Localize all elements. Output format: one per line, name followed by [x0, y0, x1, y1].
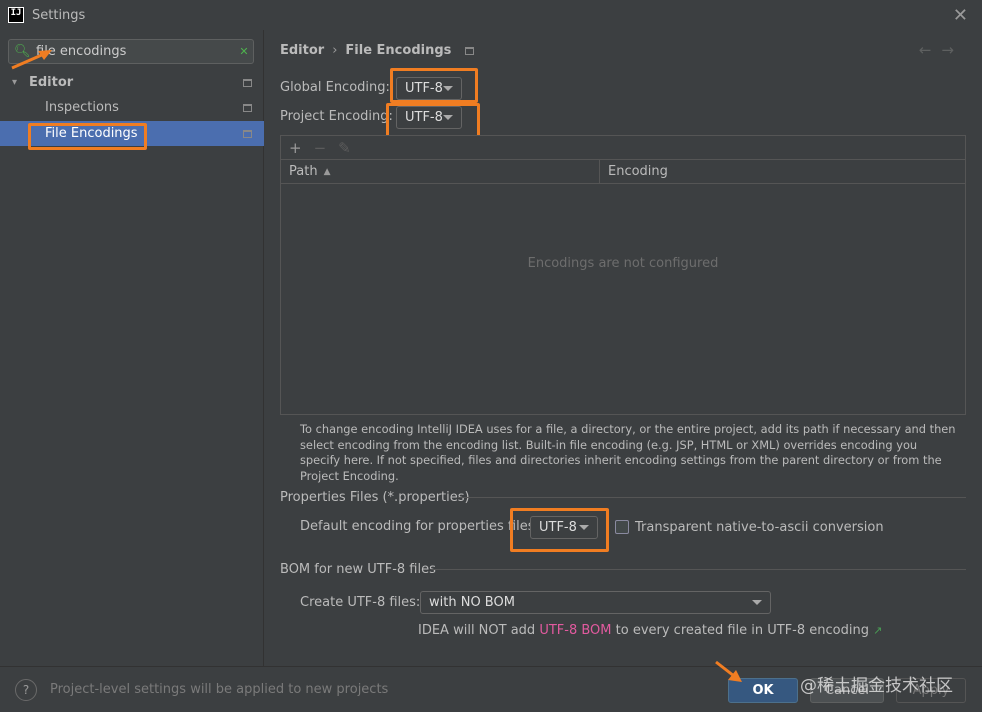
bom-note-accent[interactable]: UTF-8 BOM	[539, 623, 611, 638]
properties-default-encoding-label: Default encoding for properties files:	[300, 519, 539, 534]
bom-note-prefix: IDEA will NOT add	[418, 623, 536, 638]
search-input[interactable]	[34, 44, 235, 59]
settings-search-box[interactable]: 🔍︎ ✕	[8, 39, 254, 64]
window-title: Settings	[32, 7, 86, 23]
dropdown-arrow-icon	[579, 525, 589, 530]
bom-section-title: BOM for new UTF-8 files	[280, 562, 436, 577]
native-to-ascii-checkbox[interactable]	[615, 520, 629, 534]
create-utf8-label: Create UTF-8 files:	[300, 595, 421, 610]
column-header-label: Path	[289, 164, 318, 179]
sidebar-item-inspections[interactable]: Inspections	[0, 95, 264, 120]
section-divider	[458, 497, 966, 498]
footer-status-text: Project-level settings will be applied t…	[50, 682, 389, 697]
column-header-label: Encoding	[608, 164, 668, 179]
breadcrumb-file-encodings: File Encodings	[345, 43, 452, 58]
breadcrumb: Editor › File Encodings	[280, 43, 475, 58]
navigation-arrows: ←→	[919, 41, 964, 59]
title-bar: IJ Settings ✕	[0, 0, 982, 30]
path-encodings-table: + − ✎ Path ▲ Encoding Encodings are not …	[280, 135, 966, 415]
table-toolbar: + − ✎	[281, 136, 965, 160]
global-encoding-label: Global Encoding:	[280, 80, 390, 95]
add-icon[interactable]: +	[289, 139, 302, 157]
dropdown-arrow-icon	[443, 86, 453, 91]
back-arrow-icon[interactable]: ←	[919, 41, 942, 59]
project-encoding-label: Project Encoding:	[280, 109, 393, 124]
edit-icon[interactable]: ✎	[338, 139, 351, 157]
cancel-button[interactable]: Cancel	[810, 678, 884, 703]
dropdown-arrow-icon	[752, 600, 762, 605]
bom-note: IDEA will NOT add UTF-8 BOM to every cre…	[418, 623, 882, 638]
remove-icon[interactable]: −	[314, 139, 327, 157]
properties-section-title: Properties Files (*.properties)	[280, 490, 470, 505]
settings-sidebar: 🔍︎ ✕ ▾ Editor Inspections File Encodings	[0, 30, 264, 666]
breadcrumb-editor[interactable]: Editor	[280, 43, 324, 58]
sidebar-item-label: Editor	[29, 75, 74, 90]
encoding-help-text: To change encoding IntelliJ IDEA uses fo…	[300, 422, 956, 483]
table-empty-message: Encodings are not configured	[527, 256, 719, 271]
project-encoding-combo[interactable]: UTF-8	[396, 106, 462, 129]
create-utf8-value: with NO BOM	[429, 595, 515, 610]
close-icon[interactable]: ✕	[953, 5, 968, 26]
column-header-encoding[interactable]: Encoding	[600, 160, 965, 183]
bom-note-suffix: to every created file in UTF-8 encoding	[615, 623, 869, 638]
project-scope-icon	[243, 129, 252, 138]
clear-search-icon[interactable]: ✕	[235, 45, 253, 58]
create-utf8-combo[interactable]: with NO BOM	[420, 591, 771, 614]
dialog-footer: ? Project-level settings will be applied…	[0, 666, 982, 712]
sort-ascending-icon: ▲	[323, 166, 331, 177]
ok-button[interactable]: OK	[728, 678, 798, 703]
section-divider	[431, 569, 966, 570]
apply-button[interactable]: Apply	[896, 678, 966, 703]
sidebar-item-label: File Encodings	[45, 126, 138, 141]
dropdown-arrow-icon	[443, 115, 453, 120]
help-icon[interactable]: ?	[15, 679, 37, 701]
properties-encoding-combo[interactable]: UTF-8	[530, 516, 598, 539]
search-icon: 🔍︎	[14, 44, 31, 59]
project-encoding-value: UTF-8	[405, 110, 443, 125]
breadcrumb-separator: ›	[332, 43, 338, 58]
table-header: Path ▲ Encoding	[281, 160, 965, 184]
main-panel: Editor › File Encodings ←→ Global Encodi…	[265, 30, 982, 666]
forward-arrow-icon[interactable]: →	[941, 41, 964, 59]
external-link-icon[interactable]: ↗	[873, 624, 882, 637]
project-scope-icon	[465, 46, 475, 55]
global-encoding-value: UTF-8	[405, 81, 443, 96]
properties-encoding-value: UTF-8	[539, 520, 577, 535]
native-to-ascii-label[interactable]: Transparent native-to-ascii conversion	[635, 520, 884, 535]
global-encoding-combo[interactable]: UTF-8	[396, 77, 462, 100]
project-scope-icon	[243, 103, 252, 112]
intellij-app-icon: IJ	[8, 7, 24, 23]
column-header-path[interactable]: Path ▲	[281, 160, 600, 183]
project-scope-icon	[243, 78, 252, 87]
sidebar-item-file-encodings[interactable]: File Encodings	[0, 121, 264, 146]
sidebar-item-label: Inspections	[45, 100, 119, 115]
sidebar-item-editor[interactable]: ▾ Editor	[0, 70, 264, 95]
chevron-down-icon[interactable]: ▾	[12, 77, 17, 88]
